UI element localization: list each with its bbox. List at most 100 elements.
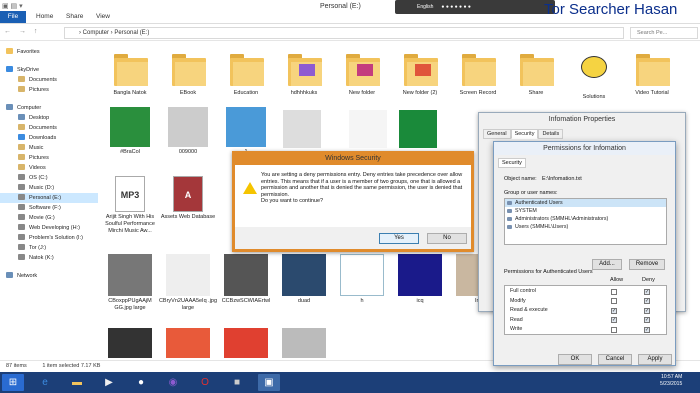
nav-item[interactable]: Computer [0, 103, 98, 113]
permission-name: Read [510, 316, 523, 323]
folder-item[interactable]: Bangla Natok [99, 50, 161, 97]
start-icon[interactable]: ⊞ [2, 374, 24, 391]
opera-icon[interactable]: O [194, 374, 216, 391]
nav-item[interactable]: SkyDrive [0, 65, 98, 75]
apply-button[interactable]: Apply [638, 354, 672, 365]
ok-button[interactable]: OK [558, 354, 592, 365]
remove-button[interactable]: Remove [629, 259, 665, 270]
nav-item[interactable]: Tor (J:) [0, 243, 98, 253]
folder-item[interactable]: Solutions [563, 50, 625, 101]
nav-item-icon [18, 154, 25, 160]
folder-icon [227, 50, 265, 88]
user-list-item[interactable]: Authenticated Users [505, 199, 666, 207]
nav-item[interactable]: Music [0, 143, 98, 153]
tab-details[interactable]: Details [538, 129, 564, 139]
quick-access-toolbar[interactable]: ▣ ▤ ▾ [2, 2, 23, 10]
allow-checkbox[interactable] [611, 288, 617, 295]
folder-preview [299, 64, 315, 76]
file-item[interactable]: CBryVn2UAAA5eIq .jpg large [157, 254, 219, 312]
folder-item[interactable]: Share [505, 50, 567, 97]
user-list-item[interactable]: Users (SMMHL\Users) [505, 223, 666, 231]
recorder-toolbar[interactable]: English ● ● ● ● ● ● ● [395, 0, 555, 14]
nav-item[interactable]: Documents [0, 123, 98, 133]
user-list-item[interactable]: SYSTEM [505, 207, 666, 215]
file-label: icq [416, 298, 424, 304]
deny-checkbox[interactable]: ✓ [644, 326, 650, 333]
file-item[interactable]: CBoxppPUgAAjM GG.jpg large [99, 254, 161, 312]
viber-icon[interactable]: ◉ [162, 374, 184, 391]
recorder-icons[interactable]: ● ● ● ● ● ● ● [441, 4, 470, 10]
explorer-icon[interactable]: ▬ [66, 374, 88, 391]
nav-item[interactable]: Problem's Solution (I:) [0, 233, 98, 243]
add-button[interactable]: Add... [592, 259, 622, 270]
app-icon[interactable]: ■ [226, 374, 248, 391]
file-item[interactable]: #BraCol [99, 107, 161, 156]
file-item[interactable]: 009000 [157, 107, 219, 156]
nav-item-label: Software (F:) [29, 205, 61, 211]
yes-button[interactable]: Yes [379, 233, 419, 244]
file-item[interactable]: MP3 Arijit Singh With His Soulful Perform… [99, 176, 161, 235]
nav-item[interactable]: Downloads [0, 133, 98, 143]
nav-item[interactable]: Pictures [0, 153, 98, 163]
folder-item[interactable]: hdhhhkuks [273, 50, 335, 97]
tab-share[interactable]: Share [60, 11, 89, 23]
folder-item[interactable]: Video Tutorial [621, 50, 683, 97]
nav-item[interactable]: Desktop [0, 113, 98, 123]
tab-file[interactable]: File [0, 11, 26, 23]
nav-buttons[interactable]: ← → ↑ [4, 28, 40, 35]
clock[interactable]: 10:57 AM 5/23/2015 [660, 374, 682, 388]
panda-icon[interactable]: ● [130, 374, 152, 391]
allow-checkbox[interactable]: ✓ [611, 307, 617, 314]
nav-item[interactable]: Web Developing (H:) [0, 223, 98, 233]
nav-item[interactable]: Movie (G:) [0, 213, 98, 223]
file-item[interactable]: CCBzwSCWIAErtwl [215, 254, 277, 305]
no-button[interactable]: No [427, 233, 467, 244]
deny-checkbox[interactable]: ✓ [644, 317, 650, 323]
user-list[interactable]: Authenticated Users SYSTEM Administrators … [504, 198, 667, 245]
ie-icon[interactable]: e [34, 374, 56, 391]
allow-checkbox[interactable]: ✓ [611, 317, 617, 323]
security-dialog-task-icon[interactable]: ▣ [258, 374, 280, 391]
address-bar[interactable]: › Computer › Personal (E:) [64, 27, 624, 39]
media-icon[interactable]: ▶ [98, 374, 120, 391]
folder-item[interactable]: New folder (2) [389, 50, 451, 97]
nav-item[interactable]: Videos [0, 163, 98, 173]
allow-checkbox[interactable] [611, 298, 617, 304]
nav-item-icon [18, 86, 25, 92]
nav-item-label: Documents [29, 125, 57, 131]
nav-item[interactable]: Network [0, 271, 98, 281]
nav-item[interactable]: OS (C:) [0, 173, 98, 183]
nav-item-icon [18, 204, 25, 210]
file-item[interactable]: 1 [215, 107, 277, 156]
nav-item-icon [6, 48, 13, 54]
group-label: Group or user names: [504, 190, 558, 196]
search-input[interactable]: Search Pe... [630, 27, 698, 39]
tab-security-perm[interactable]: Security [498, 158, 526, 168]
cancel-button[interactable]: Cancel [598, 354, 632, 365]
deny-checkbox[interactable]: ✓ [644, 298, 650, 304]
file-label: Share [528, 90, 544, 96]
folder-item[interactable]: Screen Record [447, 50, 509, 97]
user-list-item[interactable]: Administrators (SMMHL\Administrators) [505, 215, 666, 223]
deny-checkbox[interactable]: ✓ [644, 307, 650, 314]
nav-item[interactable]: Software (F:) [0, 203, 98, 213]
nav-item[interactable]: Favorites [0, 47, 98, 57]
nav-item[interactable]: Music (D:) [0, 183, 98, 193]
allow-checkbox[interactable] [611, 326, 617, 333]
file-item[interactable]: duad [273, 254, 335, 305]
tab-security[interactable]: Security [510, 129, 539, 139]
nav-item[interactable]: Natok (K:) [0, 253, 98, 263]
folder-item[interactable]: Education [215, 50, 277, 97]
file-item[interactable]: A Assets Web Database [157, 176, 219, 221]
nav-item[interactable]: Pictures [0, 85, 98, 95]
deny-checkbox[interactable]: ✓ [644, 288, 650, 295]
nav-item[interactable]: Personal (E:) [0, 193, 98, 203]
tab-home[interactable]: Home [30, 11, 59, 23]
tab-general[interactable]: General [483, 129, 511, 139]
tab-view[interactable]: View [90, 11, 116, 23]
folder-item[interactable]: EBook [157, 50, 219, 97]
file-item[interactable]: icq [389, 254, 451, 305]
folder-item[interactable]: New folder [331, 50, 393, 97]
nav-item[interactable]: Documents [0, 75, 98, 85]
file-item[interactable]: h [331, 254, 393, 305]
